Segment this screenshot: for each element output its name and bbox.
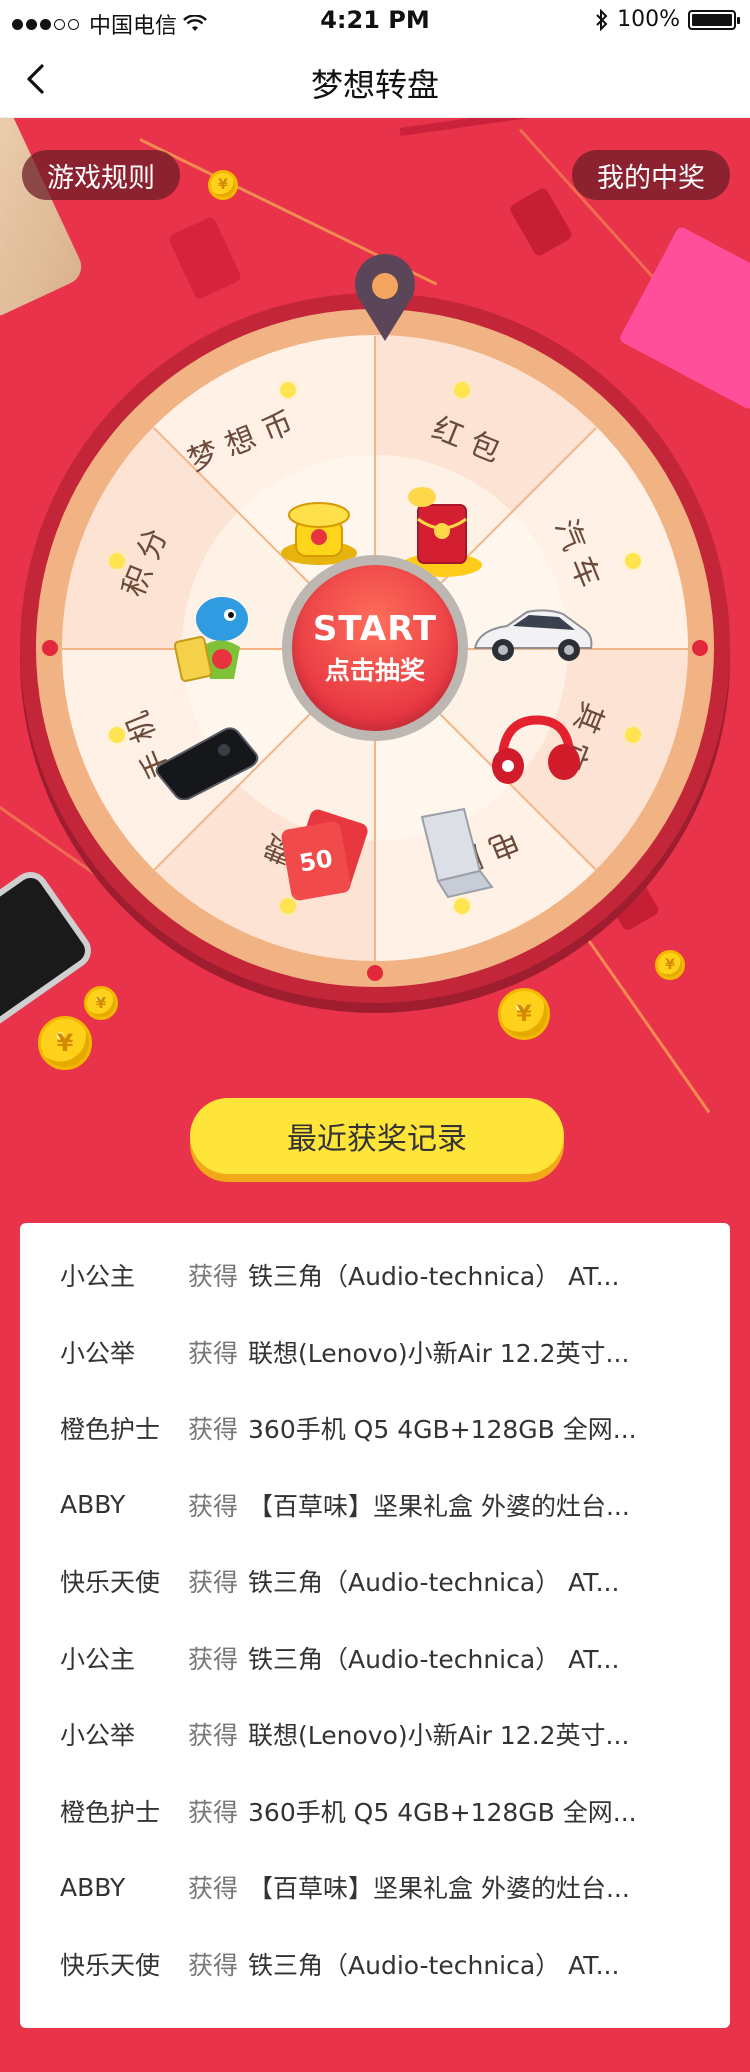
winner-row: 快乐天使 获得 铁三角（Audio-technica） AT... xyxy=(20,1543,730,1620)
decor-bulb xyxy=(454,382,470,398)
start-sublabel: 点击抽奖 xyxy=(324,656,425,685)
winner-name: 快乐天使 xyxy=(60,1568,161,1598)
winner-name: 小公举 xyxy=(60,1721,136,1751)
sector-label-dream-coin: 梦想币 xyxy=(183,401,308,479)
decor-bulb xyxy=(367,965,383,981)
decor-bulb xyxy=(625,553,641,569)
decor-red-envelope xyxy=(167,215,243,301)
winner-name: 小公主 xyxy=(60,1644,136,1674)
winner-name: 小公主 xyxy=(60,1262,136,1292)
winner-row: 小公举 获得 联想(Lenovo)小新Air 12.2英寸... xyxy=(20,1696,730,1773)
winner-prize: 联想(Lenovo)小新Air 12.2英寸... xyxy=(248,1338,630,1368)
decor-bulb xyxy=(280,898,296,914)
decor-bulb xyxy=(692,640,708,656)
status-bar: 中国电信 4:21 PM 100% xyxy=(0,0,750,40)
winner-prize: 铁三角（Audio-technica） AT... xyxy=(248,1644,620,1674)
prize-points-mascot xyxy=(164,575,274,695)
decor-bulb xyxy=(109,727,125,743)
prize-headphones xyxy=(482,710,582,790)
game-rules-button[interactable]: 游戏规则 xyxy=(22,150,180,200)
battery-icon xyxy=(688,9,740,30)
decor-bulb xyxy=(280,382,296,398)
winner-row: ABBY 获得 【百草味】坚果礼盒 外婆的灶台... xyxy=(20,1849,730,1926)
winner-verb: 获得 xyxy=(188,1415,239,1445)
prize-car xyxy=(467,600,597,670)
winner-row: ABBY 获得 【百草味】坚果礼盒 外婆的灶台... xyxy=(20,1467,730,1544)
winner-verb: 获得 xyxy=(188,1491,239,1521)
winner-row: 橙色护士 获得 360手机 Q5 4GB+128GB 全网... xyxy=(20,1390,730,1467)
page-title: 梦想转盘 xyxy=(310,66,439,104)
winner-prize: 【百草味】坚果礼盒 外婆的灶台... xyxy=(248,1491,630,1521)
decor-bulb xyxy=(42,640,58,656)
sector-label-red-envelope: 红包 xyxy=(427,411,515,474)
status-right: 100% xyxy=(595,7,740,32)
recent-winners-title: 最近获奖记录 xyxy=(190,1098,564,1174)
start-label: START xyxy=(312,609,438,649)
winner-verb: 获得 xyxy=(188,1721,239,1751)
winner-verb: 获得 xyxy=(188,1950,239,1980)
decor-coin: ¥ xyxy=(208,170,238,200)
decor-bulb xyxy=(454,898,470,914)
winner-prize: 360手机 Q5 4GB+128GB 全网... xyxy=(248,1797,637,1827)
winner-prize: 联想(Lenovo)小新Air 12.2英寸... xyxy=(248,1721,630,1751)
winner-verb: 获得 xyxy=(188,1568,239,1598)
decor-coin: ¥ xyxy=(38,1016,92,1070)
my-prizes-button[interactable]: 我的中奖 xyxy=(572,150,730,200)
start-draw-button[interactable]: START 点击抽奖 xyxy=(282,555,468,741)
battery-percent: 100% xyxy=(617,7,680,32)
start-draw-button-face[interactable]: START 点击抽奖 xyxy=(292,565,458,731)
winner-prize: 铁三角（Audio-technica） AT... xyxy=(248,1262,620,1292)
winner-name: 橙色护士 xyxy=(60,1415,161,1445)
lottery-stage: ¥ ¥ ¥ ¥ ¥ 游戏规则 我的中奖 梦想币 红包 汽车 其它 电脑 话费 手… xyxy=(0,118,750,2072)
winner-name: 小公举 xyxy=(60,1338,136,1368)
winner-row: 小公举 获得 联想(Lenovo)小新Air 12.2英寸... xyxy=(20,1314,730,1391)
winner-row: 橙色护士 获得 360手机 Q5 4GB+128GB 全网... xyxy=(20,1773,730,1850)
decor-ribbon xyxy=(399,118,599,136)
phone-credit-value: 50 xyxy=(280,820,352,902)
decor-bulb xyxy=(625,727,641,743)
decor-red-envelope xyxy=(508,186,574,258)
decor-phone-gold xyxy=(0,118,88,322)
nav-bar: 梦想转盘 xyxy=(0,40,750,118)
winner-verb: 获得 xyxy=(188,1338,239,1368)
bluetooth-icon xyxy=(596,8,608,31)
winner-prize: 铁三角（Audio-technica） AT... xyxy=(248,1950,620,1980)
winner-verb: 获得 xyxy=(188,1262,239,1292)
winner-row: 小公主 获得 铁三角（Audio-technica） AT... xyxy=(20,1237,730,1314)
winner-row: 快乐天使 获得 铁三角（Audio-technica） AT... xyxy=(20,1926,730,2003)
winner-verb: 获得 xyxy=(188,1874,239,1904)
prize-wheel[interactable]: 梦想币 红包 汽车 其它 电脑 话费 手机 积分 xyxy=(20,254,730,1003)
winner-row: 小公主 获得 铁三角（Audio-technica） AT... xyxy=(20,1620,730,1697)
winner-verb: 获得 xyxy=(188,1797,239,1827)
winners-list: 小公主 获得 铁三角（Audio-technica） AT... 小公举 获得 联想(Le… xyxy=(20,1223,730,2028)
winner-prize: 铁三角（Audio-technica） AT... xyxy=(248,1568,620,1598)
prize-phone-credit-card: 50 xyxy=(272,805,372,905)
winner-prize: 【百草味】坚果礼盒 外婆的灶台... xyxy=(248,1874,630,1904)
decor-bulb xyxy=(109,553,125,569)
winner-name: 橙色护士 xyxy=(60,1797,161,1827)
winner-prize: 360手机 Q5 4GB+128GB 全网... xyxy=(248,1415,637,1445)
prize-laptop xyxy=(402,805,502,905)
winner-name: 快乐天使 xyxy=(60,1950,161,1980)
winner-name: ABBY xyxy=(60,1872,126,1902)
winner-verb: 获得 xyxy=(188,1644,239,1674)
wheel-pointer-icon xyxy=(355,254,415,341)
prize-smartphone xyxy=(154,720,264,800)
winner-name: ABBY xyxy=(60,1490,126,1520)
